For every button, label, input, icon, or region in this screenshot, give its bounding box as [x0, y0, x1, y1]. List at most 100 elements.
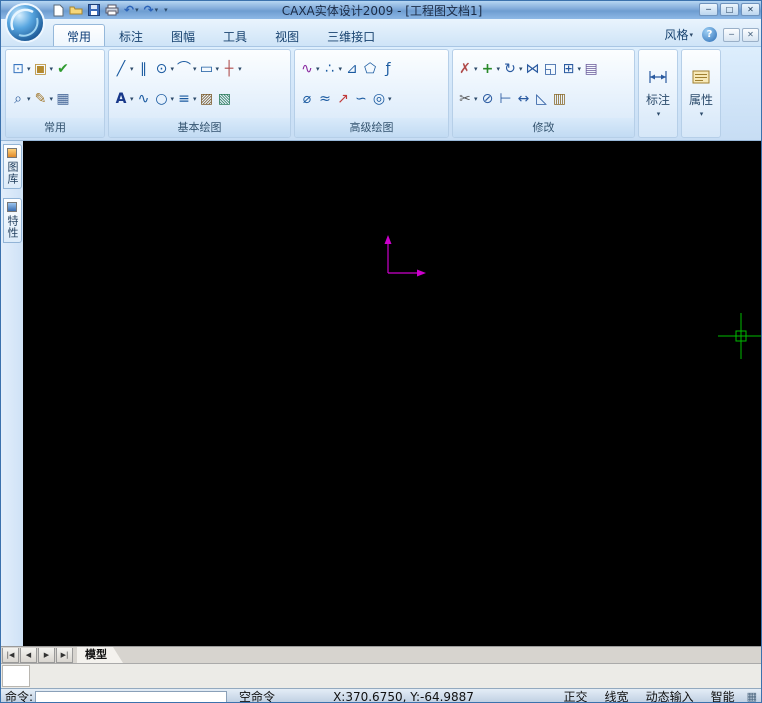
text-button[interactable]: A ▾: [112, 88, 135, 110]
stamp-button[interactable]: ▤: [582, 58, 600, 80]
update-view-icon: ✔: [57, 61, 69, 78]
sketch-edit-button[interactable]: ✎ ▾: [32, 88, 55, 110]
curve-button[interactable]: ∿ ▾: [298, 58, 321, 80]
line-button[interactable]: ╱ ▾: [112, 58, 135, 80]
polygon-button[interactable]: ⬠: [361, 58, 379, 80]
cloud-line-button[interactable]: ∽: [352, 88, 370, 110]
ribbon-tabs: 常用 标注 图幅 工具 视图 三维接口: [53, 24, 389, 46]
status-toggle-2[interactable]: 动态输入: [646, 688, 694, 702]
point-button[interactable]: ∴ ▾: [321, 58, 344, 80]
dropdown-icon: ▾: [474, 94, 478, 103]
copy-button[interactable]: ⊡ ▾: [9, 58, 32, 80]
spline-button[interactable]: ∿: [135, 88, 153, 110]
toolbar-options-button[interactable]: ▾: [161, 2, 170, 18]
status-toggle-1[interactable]: 线宽: [605, 688, 629, 702]
stretch-button[interactable]: ↔: [515, 88, 533, 110]
break-button[interactable]: ⊘: [479, 88, 497, 110]
hatch-button[interactable]: ▨: [198, 88, 216, 110]
coordinates-display: X:370.6750, Y:-64.9887: [333, 689, 474, 703]
extend-button[interactable]: ⊢: [497, 88, 515, 110]
first-sheet-button[interactable]: |◀: [2, 647, 19, 663]
open-file-button[interactable]: [67, 2, 85, 18]
undo-button[interactable]: ↶ ▾: [122, 2, 141, 18]
rotate-button[interactable]: ↻ ▾: [501, 58, 524, 80]
close-button[interactable]: ✕: [741, 3, 760, 16]
new-document-button[interactable]: [51, 2, 66, 18]
sheet-tab-0[interactable]: 模型: [77, 647, 123, 663]
caxa-logo-icon: [5, 3, 45, 43]
offset-line-button[interactable]: ≡ ▾: [175, 88, 198, 110]
paste-button[interactable]: ▣ ▾: [32, 58, 55, 80]
next-sheet-button[interactable]: ▶: [38, 647, 55, 663]
dropdown-icon: ▾: [316, 65, 320, 74]
cloud-line-icon: ∽: [355, 90, 367, 107]
detail-view-button[interactable]: ◎ ▾: [370, 88, 393, 110]
display-settings-button[interactable]: ▦: [54, 88, 72, 110]
update-view-button[interactable]: ✔: [54, 58, 72, 80]
last-sheet-button[interactable]: ▶|: [56, 647, 73, 663]
angle-line-button[interactable]: ⊿: [343, 58, 361, 80]
circle-button[interactable]: ⊙ ▾: [153, 58, 176, 80]
rectangle-button[interactable]: ▭ ▾: [198, 58, 221, 80]
dropdown-icon: ▾: [130, 94, 134, 103]
command-input[interactable]: [35, 690, 228, 702]
wave-line-button[interactable]: ≈: [316, 88, 334, 110]
ribbon-tab-5[interactable]: 三维接口: [313, 24, 389, 46]
zoom-button[interactable]: ⌕ ▾: [9, 88, 32, 110]
parallel-line-button[interactable]: ∥: [135, 58, 153, 80]
ribbon-tab-3[interactable]: 工具: [209, 24, 261, 46]
hatch-icon: ▨: [199, 90, 214, 107]
ribbon-tab-1[interactable]: 标注: [105, 24, 157, 46]
maximize-button[interactable]: □: [720, 3, 739, 16]
ribbon-group-1: ╱ ▾ ∥ ⊙ ▾ ⌒ ▾ ▭ ▾ ┼ ▾ A ▾ ∿ ○ ▾ ≡ ▾ ▨ ▧ 基本绘图: [108, 49, 291, 138]
fill-button[interactable]: ▧: [216, 88, 234, 110]
properties-brush-button[interactable]: ▥: [551, 88, 569, 110]
redo-button[interactable]: ↷ ▾: [142, 2, 161, 18]
group-label: 常用: [6, 118, 104, 137]
drawing-canvas[interactable]: [23, 141, 761, 646]
grid-icon[interactable]: ▦: [747, 690, 757, 702]
move-button[interactable]: + ▾: [479, 58, 502, 80]
delete-button[interactable]: ✗ ▾: [456, 58, 479, 80]
doc-minimize-button[interactable]: ─: [723, 27, 740, 42]
paste-icon: ▣: [33, 61, 48, 78]
help-button[interactable]: ?: [702, 27, 717, 42]
sheet-tabs: 模型: [73, 647, 123, 663]
chamfer-button[interactable]: ◺: [533, 88, 551, 110]
sidebar-tab-label: 特性: [6, 215, 19, 239]
dropdown-icon: ▾: [656, 110, 661, 118]
arc-button[interactable]: ⌒ ▾: [175, 58, 198, 80]
arrow-button[interactable]: ↗: [334, 88, 352, 110]
app-logo-button[interactable]: [4, 2, 46, 44]
sidebar-tab-1[interactable]: 特性: [2, 198, 22, 243]
dropdown-icon: ▾: [193, 94, 197, 103]
status-toggles: 正交 线宽 动态输入 智能: [564, 688, 735, 702]
scale-button[interactable]: ◱: [542, 58, 560, 80]
ribbon-tab-2[interactable]: 图幅: [157, 24, 209, 46]
print-button[interactable]: [103, 2, 121, 18]
section-line-button[interactable]: ⌀: [298, 88, 316, 110]
style-dropdown[interactable]: 风格 ▾: [661, 25, 696, 44]
save-button[interactable]: [86, 2, 102, 18]
ribbon-tab-4[interactable]: 视图: [261, 24, 313, 46]
center-line-button[interactable]: ┼ ▾: [220, 58, 243, 80]
array-button[interactable]: ⊞ ▾: [560, 58, 583, 80]
ribbon-tab-0[interactable]: 常用: [53, 24, 106, 46]
trim-button[interactable]: ✂ ▾: [456, 88, 479, 110]
arrow-icon: ↗: [337, 90, 349, 107]
mirror-button[interactable]: ⋈: [524, 58, 542, 80]
minimize-button[interactable]: ─: [699, 3, 718, 16]
ribbon-groups: ⊡ ▾ ▣ ▾ ✔ ⌕ ▾ ✎ ▾ ▦ 常用 ╱ ▾ ∥ ⊙ ▾ ⌒ ▾ ▭ ▾ ┼ ▾ A ▾ ∿ ○ ▾ ≡ ▾ ▨ ▧ 基本绘图 ∿ ▾ ∴ ▾…: [5, 49, 761, 138]
sidebar-tab-0[interactable]: 图库: [2, 144, 22, 189]
status-toggle-0[interactable]: 正交: [564, 688, 588, 702]
dimension-button[interactable]: 标注 ▾: [639, 50, 677, 137]
status-toggle-3[interactable]: 智能: [711, 688, 735, 702]
dropdown-icon: ▾: [49, 94, 54, 103]
doc-close-button[interactable]: ✕: [742, 27, 759, 42]
dropdown-icon: ▾: [170, 65, 175, 74]
formula-curve-button[interactable]: ƒ: [379, 58, 397, 80]
ellipse-button[interactable]: ○ ▾: [153, 88, 176, 110]
move-icon: +: [481, 61, 494, 78]
properties-button[interactable]: 属性 ▾: [682, 50, 720, 137]
prev-sheet-button[interactable]: ◀: [20, 647, 37, 663]
